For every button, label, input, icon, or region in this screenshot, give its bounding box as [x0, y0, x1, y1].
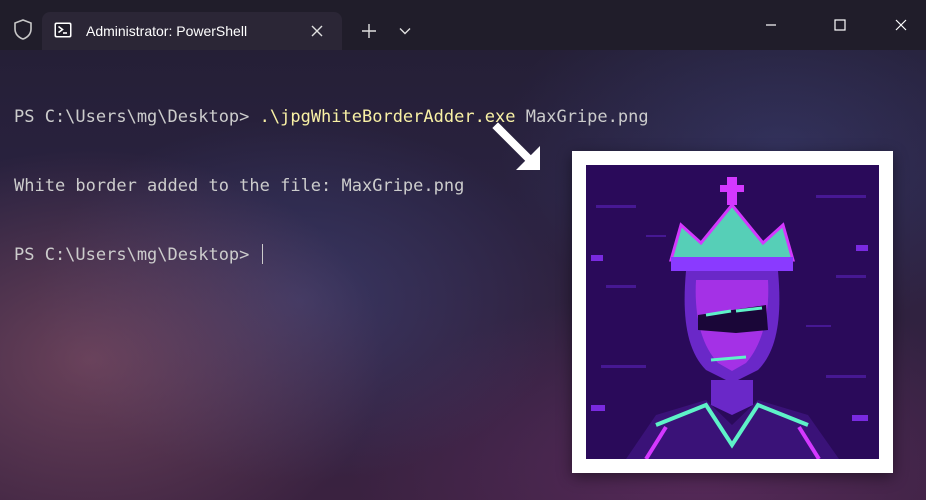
tab-title: Administrator: PowerShell [86, 23, 248, 39]
close-icon [311, 25, 323, 37]
arrow-down-right-icon [492, 122, 540, 170]
text-cursor [261, 244, 263, 264]
portrait-artwork [586, 165, 879, 459]
close-tab-button[interactable] [306, 20, 328, 42]
tab-powershell[interactable]: Administrator: PowerShell [42, 12, 342, 50]
terminal-line: PS C:\Users\mg\Desktop> .\jpgWhiteBorder… [14, 106, 914, 129]
plus-icon [362, 24, 376, 38]
image-portrait [586, 165, 879, 459]
maximize-icon [834, 19, 846, 31]
prompt: PS C:\Users\mg\Desktop> [14, 107, 260, 127]
minimize-button[interactable] [748, 0, 794, 50]
minimize-icon [766, 24, 776, 26]
close-window-button[interactable] [878, 0, 924, 50]
prompt: PS C:\Users\mg\Desktop> [14, 245, 260, 265]
powershell-icon [54, 22, 72, 38]
title-bar: Administrator: PowerShell [0, 0, 926, 50]
chevron-down-icon [399, 28, 411, 35]
shield-icon [14, 19, 32, 40]
close-icon [895, 19, 907, 31]
bordered-image [572, 151, 893, 473]
output-text: White border added to the file: MaxGripe… [14, 176, 465, 196]
tab-dropdown-button[interactable] [390, 16, 420, 46]
maximize-button[interactable] [817, 0, 863, 50]
new-tab-button[interactable] [354, 16, 384, 46]
command: .\jpgWhiteBorderAdder.exe [259, 107, 516, 127]
